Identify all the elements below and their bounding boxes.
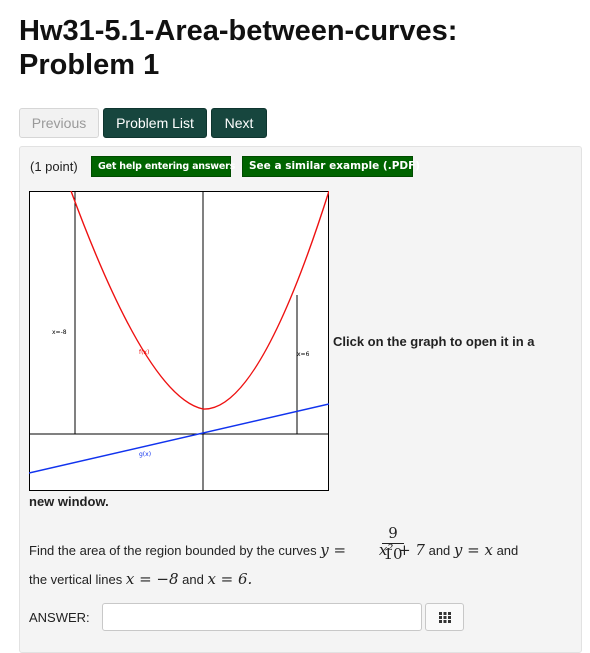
- boundary-line-right: x = 6.: [207, 570, 253, 588]
- graph-label-g: g(x): [139, 451, 151, 458]
- graph-frame: [29, 191, 329, 491]
- similar-example-button[interactable]: See a similar example (.PDF): [242, 156, 420, 177]
- fraction-9-over-10: 9 10: [382, 524, 404, 563]
- problem-points: (1 point): [30, 159, 78, 174]
- open-graph-hint: Click on the graph to open it in a: [333, 334, 535, 349]
- problem-graph[interactable]: x=-8 x=6 f(x) g(x): [29, 191, 329, 491]
- equation-editor-button[interactable]: [425, 603, 464, 631]
- graph-label-right: x=6: [297, 351, 310, 358]
- problem-statement-line-2: the vertical lines x = −8 and x = 6.: [29, 570, 252, 588]
- vertical-lines-text: the vertical lines: [29, 572, 123, 587]
- and-text-1: and: [424, 543, 454, 558]
- fraction-bar: [382, 543, 404, 544]
- help-entering-answers-button[interactable]: Get help entering answers: [91, 156, 235, 177]
- grid-icon: [439, 612, 451, 623]
- answer-input[interactable]: [102, 603, 422, 631]
- and-text-2: and: [492, 543, 519, 558]
- open-graph-hint-continued: new window.: [29, 494, 109, 509]
- eq1-equals: =: [328, 541, 351, 559]
- problem-statement-line-1: Find the area of the region bounded by t…: [29, 541, 518, 559]
- next-button[interactable]: Next: [211, 108, 267, 138]
- answer-label: ANSWER:: [29, 610, 90, 625]
- previous-button[interactable]: Previous: [19, 108, 99, 138]
- problem-list-button[interactable]: Problem List: [103, 108, 207, 138]
- page-title: Hw31-5.1-Area-between-curves: Problem 1: [19, 15, 458, 81]
- fraction-numerator: 9: [388, 524, 398, 542]
- graph-label-left: x=-8: [52, 329, 67, 336]
- boundary-line-left: x = −8: [125, 570, 179, 588]
- graph-label-f: f(x): [139, 349, 149, 356]
- eq1-lhs: y: [320, 541, 329, 559]
- fraction-denominator: 10: [383, 545, 403, 563]
- problem-intro-text: Find the area of the region bounded by t…: [29, 543, 317, 558]
- and-text-3: and: [178, 572, 208, 587]
- eq2: y = x: [453, 541, 493, 559]
